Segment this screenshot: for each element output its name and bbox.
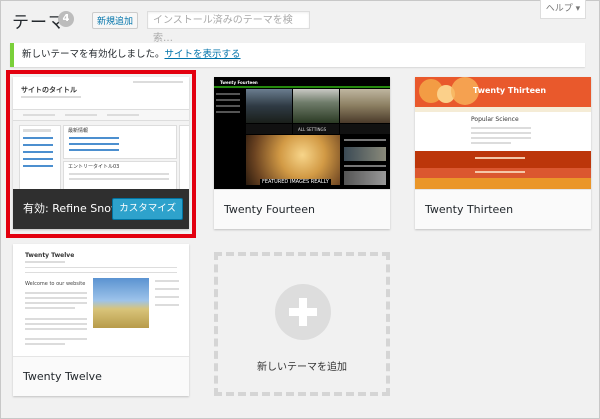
plus-icon: [275, 284, 331, 340]
preview-post-title: Popular Science: [471, 116, 519, 123]
activation-notice: 新しいテーマを有効化しました。サイトを表示する: [10, 43, 585, 67]
notice-text: 新しいテーマを有効化しました。: [22, 49, 165, 60]
help-tab[interactable]: ヘルプ ▾: [540, 0, 586, 19]
theme-card-twenty-fourteen[interactable]: Twenty Fourteen FEATURED IMAGES REALLY A…: [214, 77, 390, 229]
theme-name-bar: 有効: Refine Snow2 カスタマイズ: [13, 189, 189, 229]
preview-site-title: Twenty Twelve: [25, 252, 75, 259]
theme-name: Twenty Twelve: [13, 356, 189, 396]
customize-button[interactable]: カスタマイズ: [112, 198, 183, 220]
theme-card-twenty-twelve[interactable]: Twenty Twelve Welcome to our website Twe…: [13, 244, 189, 396]
add-new-theme-card[interactable]: 新しいテーマを追加: [214, 252, 390, 396]
preview-caption-1: FEATURED IMAGES REALLY: [260, 179, 331, 185]
preview-post-title: Welcome to our website: [25, 281, 86, 287]
theme-card-refine-snow2[interactable]: サイトのタイトル 最新情報 エントリータイトル03 有効: Refine Sno…: [13, 77, 189, 229]
preview-widget-2: エントリータイトル03: [68, 164, 120, 170]
theme-count-badge: 4: [58, 11, 74, 27]
preview-site-title: Twenty Thirteen: [473, 86, 547, 95]
theme-name: Twenty Fourteen: [214, 189, 390, 229]
preview-site-title: サイトのタイトル: [21, 86, 77, 94]
add-new-theme-label: 新しいテーマを追加: [257, 362, 347, 373]
theme-screenshot[interactable]: Twenty Fourteen FEATURED IMAGES REALLY A…: [214, 77, 390, 189]
preview-caption-2: ALL SETTINGS: [298, 127, 327, 132]
active-prefix: 有効:: [23, 202, 53, 215]
theme-card-twenty-thirteen[interactable]: Twenty Thirteen Popular Science Twenty T…: [415, 77, 591, 229]
theme-screenshot[interactable]: Twenty Thirteen Popular Science: [415, 77, 591, 189]
preview-widget-1: 最新情報: [68, 128, 89, 134]
theme-search-input[interactable]: インストール済みのテーマを検索…: [147, 11, 310, 44]
view-site-link[interactable]: サイトを表示する: [165, 49, 241, 60]
theme-screenshot[interactable]: Twenty Twelve Welcome to our website: [13, 244, 189, 356]
theme-screenshot[interactable]: サイトのタイトル 最新情報 エントリータイトル03: [13, 77, 189, 189]
preview-site-title: Twenty Fourteen: [220, 80, 258, 85]
add-new-button[interactable]: 新規追加: [92, 12, 139, 29]
theme-name: Twenty Thirteen: [415, 189, 591, 229]
